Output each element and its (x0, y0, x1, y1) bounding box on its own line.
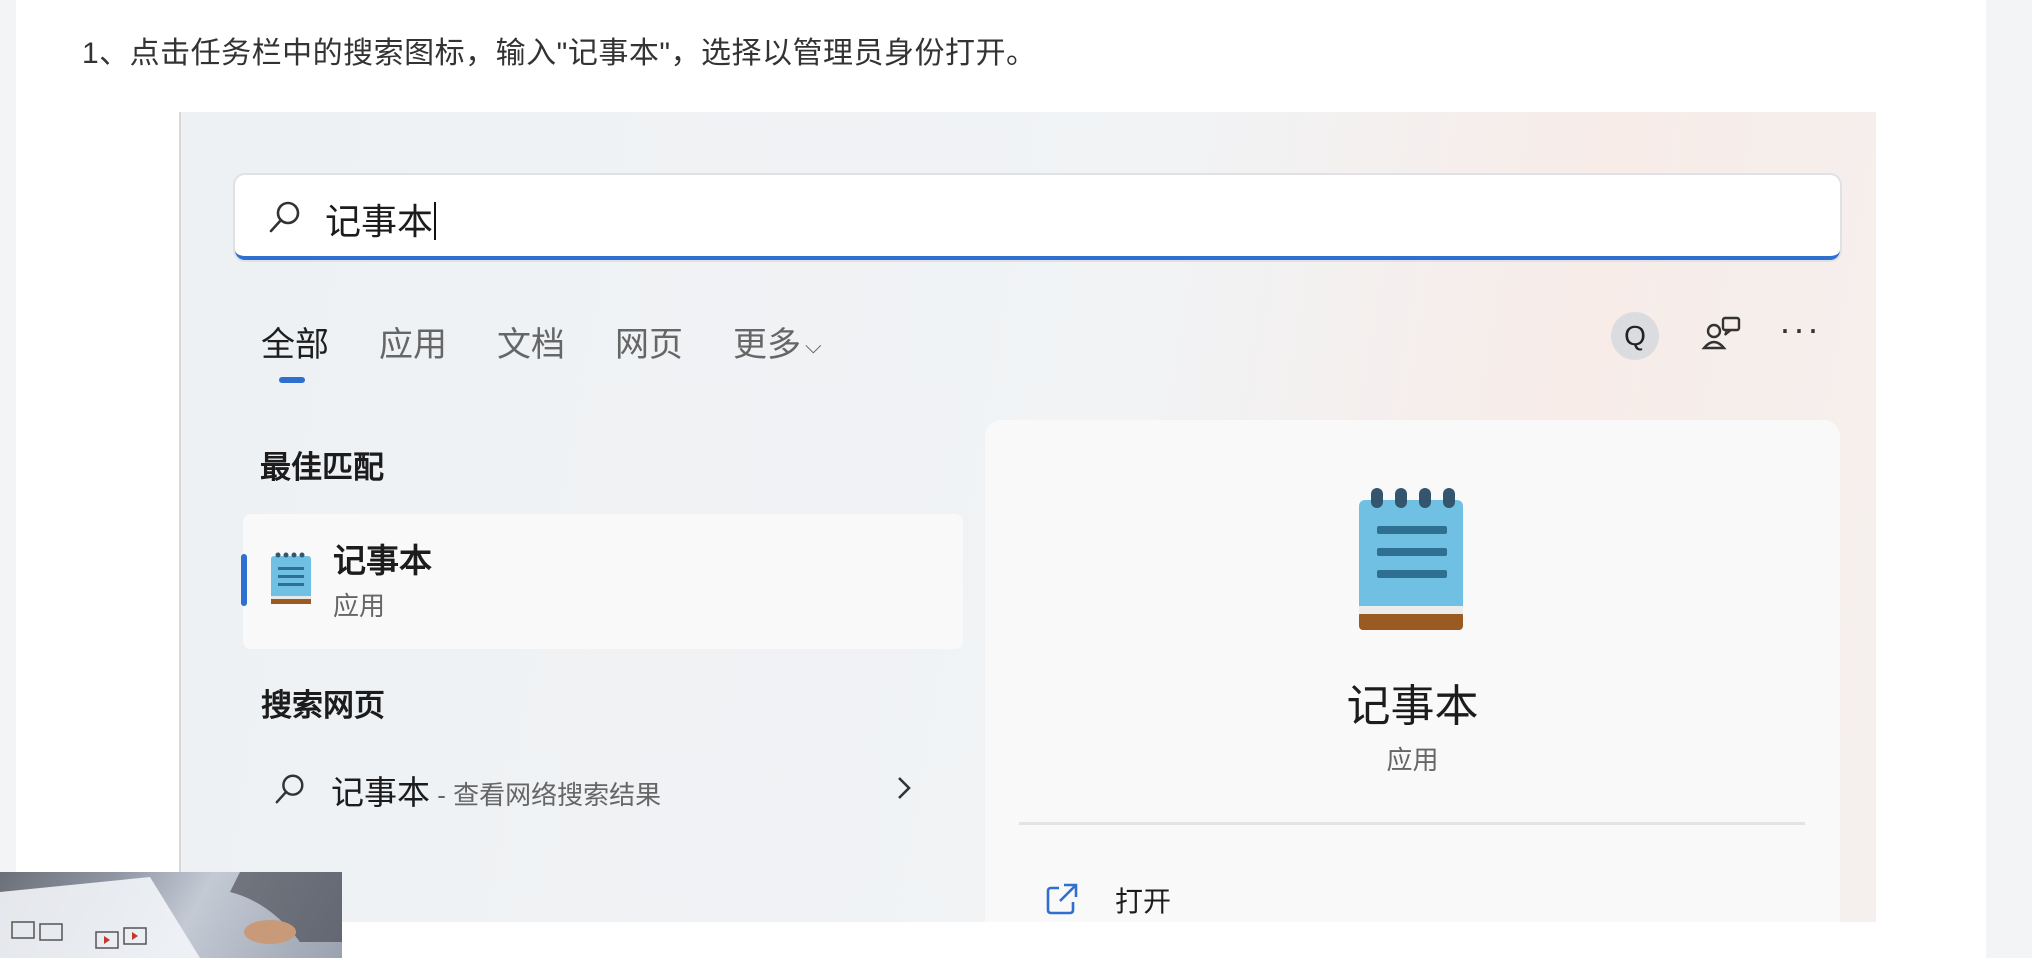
best-match-heading: 最佳匹配 (260, 450, 384, 485)
app-detail-name: 记事本 (1346, 682, 1479, 731)
selection-marker (241, 554, 247, 606)
web-search-item[interactable]: 记事本 - 查看网络搜索结果 (273, 764, 923, 814)
text-caret (434, 202, 437, 240)
search-query-text: 记事本 (325, 193, 437, 245)
tab-apps[interactable]: 应用 (379, 317, 447, 366)
app-detail-panel: 记事本 应用 打开 (985, 420, 1840, 922)
open-external-icon (1045, 882, 1079, 921)
search-window-screenshot: 记事本 全部 应用 文档 网页 更多 ⌵ Q ··· 最佳匹配 记事本 应用 搜索… (179, 112, 1876, 922)
notepad-icon (1355, 488, 1467, 639)
tab-all[interactable]: 全部 (261, 317, 329, 383)
article-page: 1、点击任务栏中的搜索图标，输入"记事本"，选择以管理员身份打开。 记事本 全部… (16, 0, 1986, 958)
divider (1019, 822, 1805, 825)
chevron-right-icon (895, 774, 913, 807)
account-switch-icon[interactable] (1701, 314, 1743, 359)
filter-tabs: 全部 应用 文档 网页 更多 ⌵ (261, 317, 872, 383)
search-icon (267, 199, 303, 240)
chevron-down-icon: ⌵ (805, 333, 822, 358)
notepad-icon (269, 550, 313, 611)
search-input[interactable]: 记事本 (235, 175, 1840, 260)
search-icon (273, 772, 307, 811)
open-action-label: 打开 (1115, 886, 1172, 917)
step-instruction: 1、点击任务栏中的搜索图标，输入"记事本"，选择以管理员身份打开。 (82, 37, 1037, 70)
thumbnail-image (0, 872, 342, 958)
q-button[interactable]: Q (1611, 312, 1659, 360)
tab-web[interactable]: 网页 (615, 317, 683, 366)
app-detail-kind: 应用 (1386, 745, 1439, 775)
tab-more[interactable]: 更多 ⌵ (733, 317, 822, 366)
more-options-icon[interactable]: ··· (1779, 308, 1821, 350)
web-search-heading: 搜索网页 (261, 688, 385, 723)
tab-documents[interactable]: 文档 (497, 317, 565, 366)
web-search-text: 记事本 - 查看网络搜索结果 (331, 774, 662, 811)
best-match-name: 记事本 (333, 542, 432, 579)
best-match-item[interactable]: 记事本 应用 (241, 514, 963, 649)
best-match-kind: 应用 (333, 591, 386, 621)
